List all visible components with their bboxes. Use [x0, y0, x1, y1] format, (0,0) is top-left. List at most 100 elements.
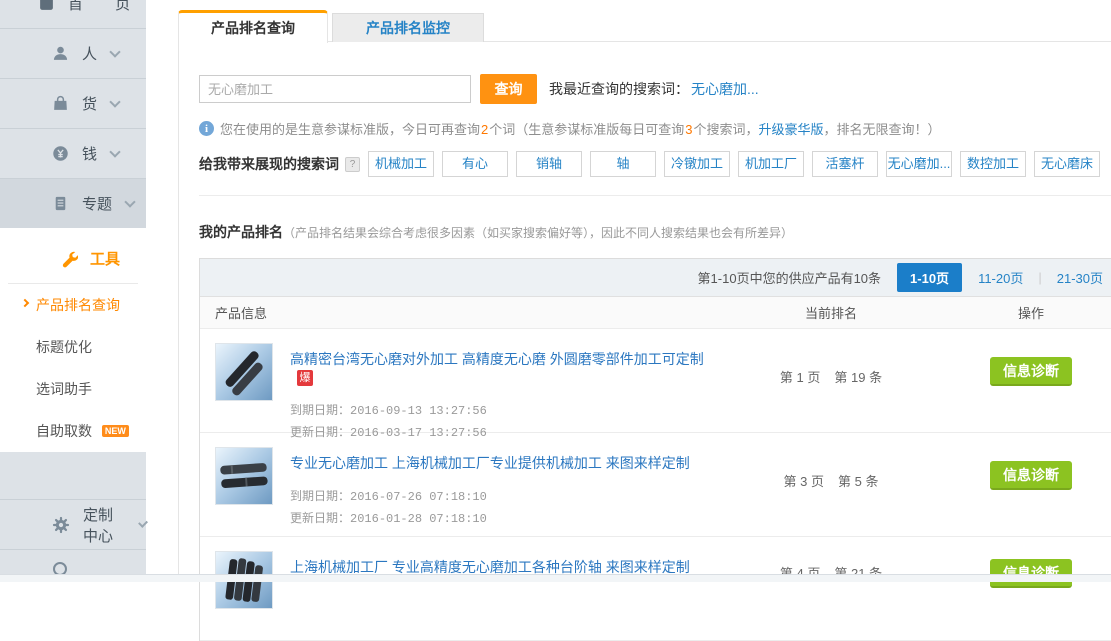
- submenu-label: 产品排名查询: [36, 297, 120, 313]
- sidebar-item-people[interactable]: 人: [0, 28, 146, 78]
- ranking-table: 第1-10页中您的供应产品有10条 1-10页 11-20页 | 21-30页 …: [199, 258, 1111, 641]
- remaining-count: 2: [480, 122, 489, 137]
- daily-count: 3: [684, 122, 693, 137]
- upgrade-link[interactable]: 升级豪华版: [759, 122, 824, 137]
- chevron-down-icon: [109, 96, 120, 107]
- column-current-rank: 当前排名: [711, 303, 951, 322]
- pagination-summary: 第1-10页中您的供应产品有10条: [698, 268, 881, 287]
- sidebar-item-topics[interactable]: 专题: [0, 178, 146, 228]
- keyword-button[interactable]: 活塞杆: [812, 151, 878, 177]
- home-icon: [38, 0, 55, 12]
- document-icon: [52, 195, 69, 212]
- table-row: 高精密台湾无心磨对外加工 高精度无心磨 外圆磨零部件加工可定制 爆 到期日期：2…: [200, 329, 1111, 433]
- sidebar-item-partial[interactable]: [0, 549, 146, 573]
- hot-badge: 爆: [297, 370, 313, 386]
- tab-label: 产品排名监控: [366, 18, 450, 38]
- tab-label: 产品排名查询: [211, 18, 295, 38]
- help-icon[interactable]: ?: [345, 157, 360, 172]
- expire-date: 2016-07-26 07:18:10: [350, 490, 487, 504]
- product-title-link[interactable]: 高精密台湾无心磨对外加工 高精度无心磨 外圆磨零部件加工可定制: [290, 349, 704, 369]
- keyword-button[interactable]: 轴: [590, 151, 656, 177]
- sidebar-item-money[interactable]: 钱: [0, 128, 146, 178]
- sidebar-item-home[interactable]: 首 页: [0, 0, 146, 28]
- keyword-button[interactable]: 机加工厂: [738, 151, 804, 177]
- pagination-divider: |: [1038, 270, 1041, 285]
- chevron-right-icon: [21, 299, 29, 307]
- current-rank: 第 4 页第 21 条: [711, 537, 951, 640]
- table-header: 产品信息 当前排名 操作: [200, 297, 1111, 329]
- sidebar-item-label: 首 页: [68, 0, 144, 14]
- tools-panel: 工具 产品排名查询 标题优化 选词助手 自助取数 NEW: [0, 228, 146, 452]
- submenu-label: 选词助手: [36, 381, 92, 397]
- page-range-11-20[interactable]: 11-20页: [978, 268, 1023, 287]
- sidebar-item-label: 货: [82, 93, 97, 114]
- info-diagnose-button[interactable]: 信息诊断: [990, 461, 1072, 490]
- table-row: 上海机械加工厂 专业高精度无心磨加工各种台阶轴 来图来样定制 第 4 页第 21…: [200, 537, 1111, 641]
- bag-icon: [52, 95, 69, 112]
- keyword-button[interactable]: 数控加工: [960, 151, 1026, 177]
- info-diagnose-button[interactable]: 信息诊断: [990, 357, 1072, 386]
- ranking-section-title: 我的产品排名（产品排名结果会综合考虑很多因素（如买家搜索偏好等），因此不同人搜索…: [199, 222, 1111, 242]
- sidebar-item-goods[interactable]: 货: [0, 78, 146, 128]
- sidebar-item-title-optimize[interactable]: 标题优化: [0, 326, 146, 368]
- query-button[interactable]: 查询: [480, 74, 537, 104]
- page-range-21-30[interactable]: 21-30页: [1057, 268, 1103, 287]
- sidebar-item-label: 人: [82, 43, 97, 64]
- horizontal-scrollbar[interactable]: [0, 574, 1111, 582]
- sidebar-item-label: 专题: [82, 193, 112, 214]
- ranking-title: 我的产品排名: [199, 224, 283, 240]
- new-badge: NEW: [102, 425, 129, 437]
- keyword-button[interactable]: 有心: [442, 151, 508, 177]
- submenu-label: 自助取数: [36, 423, 92, 439]
- current-rank: 第 3 页第 5 条: [711, 433, 951, 536]
- expire-date: 2016-09-13 13:27:56: [350, 404, 487, 418]
- gear-icon: [52, 516, 70, 534]
- quota-notice: i 您在使用的是生意参谋标准版，今日可再查询2个词（生意参谋标准版每日可查询3个…: [199, 119, 1111, 138]
- keyword-button[interactable]: 机械加工: [368, 151, 434, 177]
- recent-search-link[interactable]: 无心磨加...: [691, 81, 759, 97]
- recent-label-text: 我最近查询的搜索词：: [549, 81, 689, 97]
- update-date: 2016-01-28 07:18:10: [350, 512, 487, 526]
- keyword-button[interactable]: 无心磨加...: [886, 151, 952, 177]
- keyword-button[interactable]: 无心磨床: [1034, 151, 1100, 177]
- sidebar-item-custom-center[interactable]: 定制中心: [0, 499, 146, 549]
- product-title-link[interactable]: 专业无心磨加工 上海机械加工厂专业提供机械加工 来图来样定制: [290, 453, 690, 473]
- tab-product-rank-query[interactable]: 产品排名查询: [178, 10, 328, 43]
- tab-bar: 产品排名查询 产品排名监控: [146, 0, 1111, 42]
- sidebar-item-product-rank-query[interactable]: 产品排名查询: [0, 284, 146, 326]
- notice-text: 您在使用的是生意参谋标准版，今日可再查询2个词（生意参谋标准版每日可查询3个搜索…: [220, 119, 941, 138]
- product-dates: 到期日期：2016-07-26 07:18:10 更新日期：2016-01-28…: [290, 486, 690, 530]
- info-icon: i: [199, 121, 214, 136]
- chevron-down-icon: [109, 46, 120, 57]
- search-row: 查询 我最近查询的搜索词：无心磨加...: [199, 74, 1111, 104]
- product-image[interactable]: [215, 343, 273, 401]
- recent-search-label: 我最近查询的搜索词：无心磨加...: [549, 79, 759, 99]
- product-image[interactable]: [215, 447, 273, 505]
- sidebar-item-label: 定制中心: [83, 504, 126, 546]
- pagination-bar: 第1-10页中您的供应产品有10条 1-10页 11-20页 | 21-30页: [200, 259, 1111, 297]
- keyword-button[interactable]: 销轴: [516, 151, 582, 177]
- ranking-subtitle: （产品排名结果会综合考虑很多因素（如买家搜索偏好等），因此不同人搜索结果也会有所…: [283, 226, 793, 240]
- current-rank: 第 1 页第 19 条: [711, 329, 951, 432]
- keyword-button[interactable]: 冷镦加工: [664, 151, 730, 177]
- table-row: 专业无心磨加工 上海机械加工厂专业提供机械加工 来图来样定制 到期日期：2016…: [200, 433, 1111, 537]
- submenu-label: 标题优化: [36, 339, 92, 355]
- tools-label: 工具: [90, 248, 120, 269]
- page-range-1-10[interactable]: 1-10页: [897, 263, 962, 292]
- sidebar-item-label: 钱: [82, 143, 97, 164]
- sidebar-item-self-data[interactable]: 自助取数 NEW: [0, 410, 146, 452]
- wrench-icon: [60, 250, 78, 268]
- yuan-coin-icon: [52, 145, 69, 162]
- main-content: 产品排名查询 产品排名监控 查询 我最近查询的搜索词：无心磨加... i 您在使…: [146, 0, 1111, 582]
- tab-product-rank-monitor[interactable]: 产品排名监控: [332, 13, 484, 42]
- chevron-down-icon: [124, 196, 135, 207]
- sidebar-item-tools[interactable]: 工具: [8, 240, 138, 284]
- content-panel: 查询 我最近查询的搜索词：无心磨加... i 您在使用的是生意参谋标准版，今日可…: [178, 41, 1111, 582]
- person-icon: [52, 45, 69, 62]
- sidebar-item-word-helper[interactable]: 选词助手: [0, 368, 146, 410]
- column-product-info: 产品信息: [200, 303, 711, 322]
- sidebar: 首 页 人 货 钱 专题 工具: [0, 0, 146, 582]
- search-input[interactable]: [199, 75, 471, 103]
- chevron-down-icon: [109, 146, 120, 157]
- keywords-row: 给我带来展现的搜索词 ? 机械加工 有心 销轴 轴 冷镦加工 机加工厂 活塞杆 …: [199, 151, 1111, 195]
